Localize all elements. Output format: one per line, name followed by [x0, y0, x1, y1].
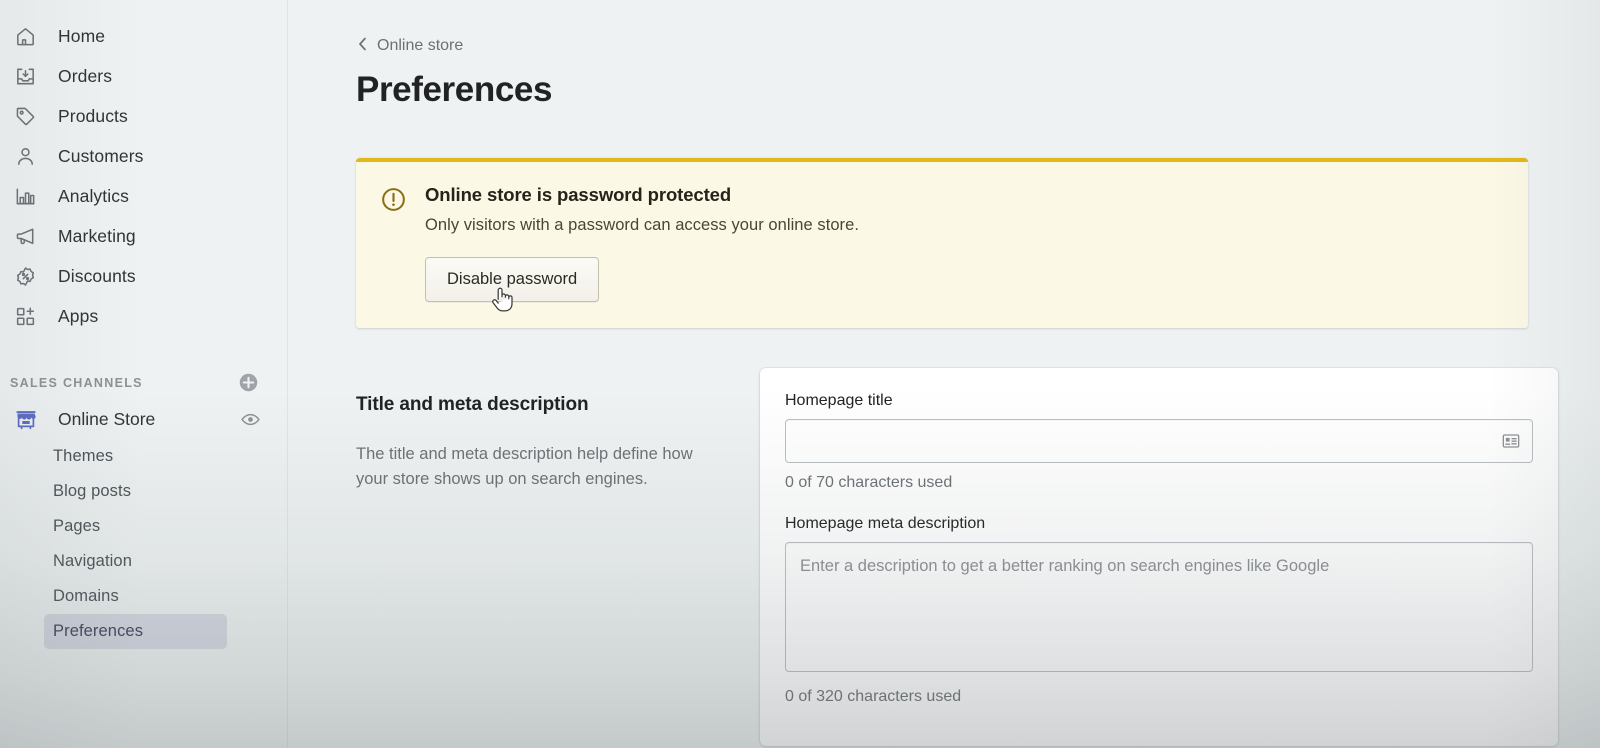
product-tag-icon	[14, 105, 44, 128]
banner-body: Only visitors with a password can access…	[425, 216, 859, 234]
sidebar-item-customers[interactable]: Customers	[4, 136, 277, 176]
sidebar-item-navigation[interactable]: Navigation	[44, 544, 227, 579]
settings-section-description: The title and meta description help defi…	[356, 445, 693, 489]
sidebar-item-label: Discounts	[58, 265, 136, 286]
disable-password-button[interactable]: Disable password	[425, 257, 600, 302]
sidebar-subitem-label: Navigation	[53, 552, 132, 570]
homepage-meta-description-label: Homepage meta description	[785, 515, 986, 532]
apps-grid-plus-icon	[14, 305, 44, 328]
marketing-megaphone-icon	[14, 225, 44, 248]
discount-percent-icon	[14, 265, 44, 288]
sidebar-item-label: Apps	[58, 305, 99, 326]
chevron-left-icon	[356, 36, 369, 56]
sidebar-subitem-label: Preferences	[53, 622, 144, 640]
sidebar-item-pages[interactable]: Pages	[44, 509, 227, 544]
sidebar-item-label: Online Store	[58, 408, 156, 429]
orders-inbox-icon	[14, 65, 44, 88]
title-meta-settings-row: Title and meta description The title and…	[356, 368, 1558, 746]
sidebar-item-marketing[interactable]: Marketing	[4, 216, 277, 256]
home-icon	[14, 25, 44, 48]
page-title: Preferences	[356, 70, 553, 109]
sidebar-item-orders[interactable]: Orders	[4, 56, 277, 96]
homepage-meta-description-field: Homepage meta description 0 of 320 chara…	[785, 515, 1533, 706]
admin-app-window: Home Orders Products Customers Analytics…	[0, 0, 1600, 748]
sidebar-subitem-label: Pages	[53, 517, 101, 535]
insert-variable-icon[interactable]	[1501, 431, 1521, 451]
sidebar-item-themes[interactable]: Themes	[44, 439, 227, 474]
add-circle-icon[interactable]	[238, 372, 259, 393]
breadcrumb[interactable]: Online store	[356, 36, 463, 56]
banner-title: Online store is password protected	[425, 184, 732, 205]
sales-channels-title: Sales Channels	[10, 375, 143, 390]
sidebar-item-products[interactable]: Products	[4, 96, 277, 136]
homepage-meta-description-input[interactable]	[785, 542, 1533, 672]
sidebar-item-preferences[interactable]: Preferences	[44, 614, 227, 649]
alert-circle-icon	[380, 186, 407, 302]
sidebar-item-label: Products	[58, 105, 128, 126]
sidebar-item-home[interactable]: Home	[4, 16, 277, 56]
password-protected-banner: Online store is password protected Only …	[356, 158, 1528, 328]
customer-person-icon	[14, 145, 44, 168]
analytics-bar-chart-icon	[14, 185, 44, 208]
homepage-meta-description-character-counter: 0 of 320 characters used	[785, 688, 962, 705]
sidebar-subitem-label: Domains	[53, 587, 119, 605]
homepage-title-label: Homepage title	[785, 392, 893, 409]
sidebar-item-domains[interactable]: Domains	[44, 579, 227, 614]
homepage-title-input[interactable]	[786, 420, 1532, 462]
sidebar-item-discounts[interactable]: Discounts	[4, 256, 277, 296]
sidebar-item-apps[interactable]: Apps	[4, 296, 277, 336]
main-sidebar: Home Orders Products Customers Analytics…	[0, 0, 288, 748]
main-content: Online store Preferences Online store is…	[288, 0, 1600, 748]
sidebar-item-label: Marketing	[58, 225, 136, 246]
sidebar-subitem-label: Themes	[53, 447, 114, 465]
settings-section-title: Title and meta description	[356, 394, 589, 415]
eye-icon[interactable]	[240, 409, 261, 430]
sidebar-item-online-store[interactable]: Online Store	[4, 399, 277, 439]
sidebar-item-analytics[interactable]: Analytics	[4, 176, 277, 216]
sidebar-subitem-label: Blog posts	[53, 482, 132, 500]
sidebar-item-label: Customers	[58, 145, 144, 166]
breadcrumb-label: Online store	[377, 37, 464, 54]
homepage-title-character-counter: 0 of 70 characters used	[785, 474, 953, 491]
seo-settings-card: Homepage title 0 of 70 characters used H…	[760, 368, 1558, 746]
online-store-icon	[14, 407, 44, 431]
sidebar-item-label: Orders	[58, 65, 113, 86]
settings-description-column: Title and meta description The title and…	[356, 368, 760, 746]
sidebar-item-label: Home	[58, 25, 106, 46]
sales-channels-section-header: Sales Channels	[10, 372, 259, 393]
homepage-title-input-wrapper[interactable]	[785, 419, 1533, 463]
sidebar-item-label: Analytics	[58, 185, 129, 206]
sidebar-item-blog-posts[interactable]: Blog posts	[44, 474, 227, 509]
